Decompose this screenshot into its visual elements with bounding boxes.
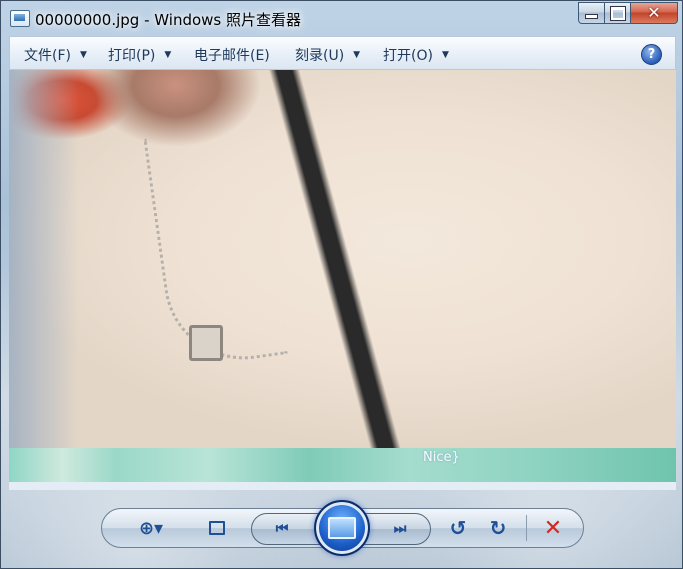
- caption-buttons: ✕: [578, 2, 678, 24]
- menu-email-label: 电子邮件(E): [194, 48, 270, 64]
- maximize-button[interactable]: [605, 2, 631, 24]
- window-frame: 00000000.jpg - Windows 照片查看器 ✕ 文件(F) ▼ 打…: [0, 0, 683, 569]
- menu-file-label: 文件(F): [24, 48, 71, 64]
- photo-viewer-icon[interactable]: [10, 10, 30, 27]
- dropdown-arrow-icon: ▼: [164, 50, 172, 60]
- close-icon: ✕: [647, 3, 661, 22]
- next-icon[interactable]: ⏭: [387, 519, 413, 539]
- maximize-icon: [610, 6, 625, 20]
- close-button[interactable]: ✕: [631, 2, 678, 24]
- dropdown-arrow-icon: ▼: [79, 50, 87, 60]
- minimize-icon: [585, 14, 598, 19]
- minimize-button[interactable]: [578, 2, 605, 24]
- delete-icon[interactable]: ✕: [541, 515, 565, 541]
- menu-file[interactable]: 文件(F) ▼: [24, 45, 87, 65]
- slideshow-icon: [328, 517, 356, 539]
- slideshow-button[interactable]: [314, 500, 370, 556]
- help-icon[interactable]: ?: [641, 44, 662, 65]
- photo-shadow: [9, 70, 79, 448]
- menu-open[interactable]: 打开(O) ▼: [383, 45, 449, 65]
- actual-size-button[interactable]: [205, 517, 229, 539]
- menu-burn-label: 刻录(U): [295, 48, 345, 64]
- viewport-background: [9, 482, 676, 490]
- toolbar-separator: [526, 515, 527, 541]
- corrupted-image-strip: [9, 448, 676, 482]
- menu-bar: 文件(F) ▼ 打印(P) ▼ 电子邮件(E) 刻录(U) ▼ 打开(O) ▼ …: [9, 36, 676, 70]
- previous-icon[interactable]: ⏮: [269, 519, 295, 539]
- actual-size-icon: [209, 521, 225, 535]
- rotate-clockwise-icon[interactable]: ↻: [487, 516, 509, 540]
- image-overlay-text: Nice}: [423, 450, 460, 465]
- menu-print[interactable]: 打印(P) ▼: [108, 45, 171, 65]
- menu-open-label: 打开(O): [383, 48, 433, 64]
- title-bar[interactable]: 00000000.jpg - Windows 照片查看器 ✕: [1, 1, 683, 35]
- zoom-icon[interactable]: ⊕▾: [131, 515, 171, 541]
- dropdown-arrow-icon: ▼: [441, 50, 449, 60]
- dropdown-arrow-icon: ▼: [353, 50, 361, 60]
- padlock-pendant: [189, 325, 223, 361]
- window-title: 00000000.jpg - Windows 照片查看器: [35, 11, 302, 29]
- menu-email[interactable]: 电子邮件(E): [194, 45, 270, 65]
- rotate-counterclockwise-icon[interactable]: ↺: [447, 516, 469, 540]
- photo: [9, 70, 676, 448]
- menu-print-label: 打印(P): [108, 48, 156, 64]
- image-viewport[interactable]: Nice}: [9, 70, 676, 490]
- menu-burn[interactable]: 刻录(U) ▼: [295, 45, 360, 65]
